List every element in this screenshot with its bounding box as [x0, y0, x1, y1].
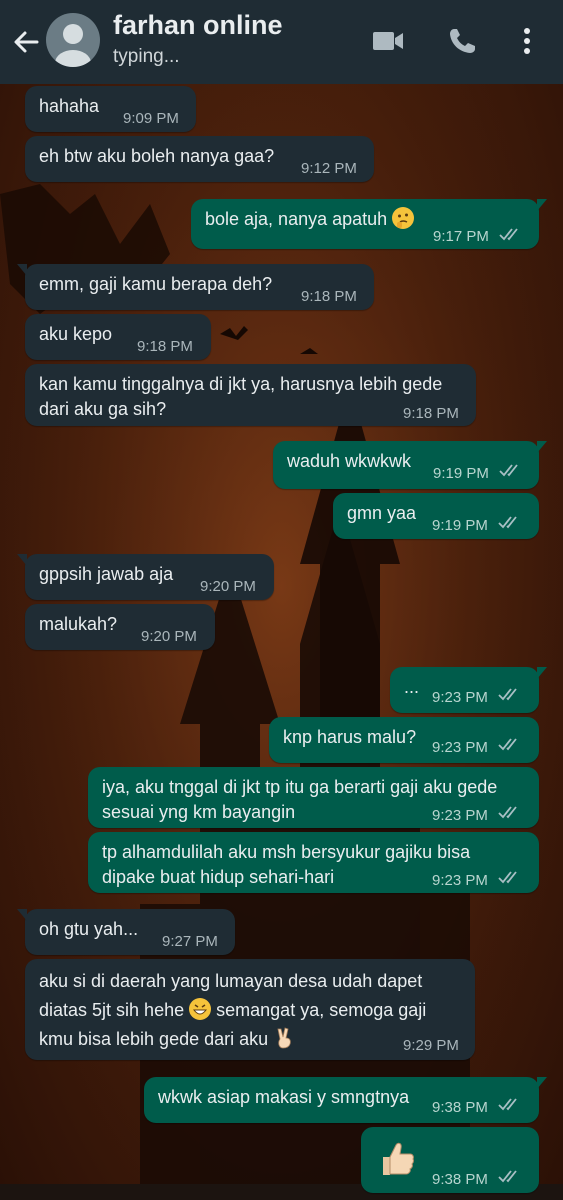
message-text: tp alhamdulilah aku msh bersyukur gajiku… [102, 842, 471, 887]
message-text: knp harus malu? [283, 727, 417, 747]
read-ticks-icon [499, 228, 518, 241]
bubble-tail [17, 909, 27, 921]
message-text: bole aja, nanya apatuh [205, 209, 388, 229]
chat-header: farhan online typing... [0, 0, 563, 84]
default-avatar-icon [55, 24, 91, 67]
read-ticks-icon [498, 1098, 517, 1111]
message-time: 9:23 PM [432, 807, 488, 824]
message-time: 9:12 PM [301, 160, 357, 177]
message-time: 9:38 PM [432, 1171, 488, 1188]
message-time: 9:17 PM [433, 228, 489, 245]
message-outgoing[interactable]: wkwk asiap makasi y smngtnya 9:38 PM [144, 1077, 547, 1123]
message-incoming[interactable]: hahaha 9:09 PM [25, 86, 196, 132]
message-incoming[interactable]: aku kepo 9:18 PM [25, 314, 211, 360]
grinning-face-emoji [189, 998, 212, 1020]
more-vert-icon[interactable] [512, 26, 542, 56]
read-ticks-icon [498, 688, 517, 701]
message-time: 9:23 PM [432, 872, 488, 889]
message-time: 9:09 PM [123, 110, 179, 127]
message-outgoing[interactable]: knp harus malu? 9:23 PM [269, 717, 539, 763]
message-incoming[interactable]: emm, gaji kamu berapa deh? 9:18 PM [17, 264, 374, 310]
bubble-tail [17, 554, 27, 566]
avatar[interactable] [46, 13, 100, 67]
bubble-tail [537, 441, 547, 453]
message-text: malukah? [39, 614, 118, 634]
message-time: 9:20 PM [141, 628, 197, 645]
message-time: 9:19 PM [433, 465, 489, 482]
message-time: 9:29 PM [403, 1037, 459, 1054]
message-time: 9:19 PM [432, 517, 488, 534]
message-text: hahaha [39, 96, 100, 116]
message-text: kan kamu tinggalnya di jkt ya, harusnya … [39, 374, 443, 419]
contact-name[interactable]: farhan online [113, 10, 283, 41]
message-time: 9:18 PM [301, 288, 357, 305]
read-ticks-icon [498, 1170, 517, 1183]
message-time: 9:18 PM [137, 338, 193, 355]
typing-status: typing... [113, 46, 180, 67]
message-incoming[interactable]: malukah? 9:20 PM [25, 604, 215, 650]
message-time: 9:23 PM [432, 739, 488, 756]
message-incoming[interactable]: eh btw aku boleh nanya gaa? 9:12 PM [25, 136, 374, 182]
message-incoming[interactable]: gppsih jawab aja 9:20 PM [17, 554, 274, 600]
video-call-icon[interactable] [371, 26, 405, 56]
message-time: 9:20 PM [200, 578, 256, 595]
message-outgoing[interactable]: 9:38 PM [361, 1127, 539, 1193]
message-time: 9:27 PM [162, 933, 218, 950]
message-outgoing[interactable]: tp alhamdulilah aku msh bersyukur gajiku… [88, 832, 539, 893]
message-text: waduh wkwkwk [287, 451, 412, 471]
message-text: gmn yaa [347, 503, 417, 523]
victory-hand-emoji [273, 1027, 295, 1049]
message-text: gppsih jawab aja [39, 564, 174, 584]
thumbs-up-emoji [383, 1142, 414, 1175]
message-text: aku kepo [39, 324, 113, 344]
message-outgoing[interactable]: bole aja, nanya apatuh 9:17 PM [191, 199, 547, 249]
message-time: 9:38 PM [432, 1099, 488, 1116]
back-arrow-icon[interactable] [10, 26, 42, 58]
read-ticks-icon [498, 806, 517, 819]
read-ticks-icon [498, 871, 517, 884]
message-text: eh btw aku boleh nanya gaa? [39, 146, 275, 166]
thinking-face-emoji [392, 207, 415, 229]
message-outgoing[interactable]: waduh wkwkwk 9:19 PM [273, 441, 547, 489]
message-text: emm, gaji kamu berapa deh? [39, 274, 273, 294]
message-incoming[interactable]: aku si di daerah yang lumayan desa udah … [25, 959, 475, 1060]
message-outgoing[interactable]: iya, aku tnggal di jkt tp itu ga berarti… [88, 767, 539, 828]
bubble-tail [17, 264, 27, 276]
bubble-tail [537, 667, 547, 679]
message-text: ... [404, 677, 420, 697]
message-text: oh gtu yah... [39, 919, 139, 939]
message-outgoing[interactable]: ... 9:23 PM [390, 667, 547, 713]
message-text: wkwk asiap makasi y smngtnya [158, 1087, 410, 1107]
message-time: 9:18 PM [403, 405, 459, 422]
message-incoming[interactable]: oh gtu yah... 9:27 PM [17, 909, 235, 955]
read-ticks-icon [498, 738, 517, 751]
read-ticks-icon [498, 516, 517, 529]
message-time: 9:23 PM [432, 689, 488, 706]
message-incoming[interactable]: kan kamu tinggalnya di jkt ya, harusnya … [25, 364, 476, 426]
message-outgoing[interactable]: gmn yaa 9:19 PM [333, 493, 539, 539]
bubble-tail [537, 1077, 547, 1089]
read-ticks-icon [499, 464, 518, 477]
voice-call-icon[interactable] [447, 26, 481, 56]
bubble-tail [537, 199, 547, 211]
